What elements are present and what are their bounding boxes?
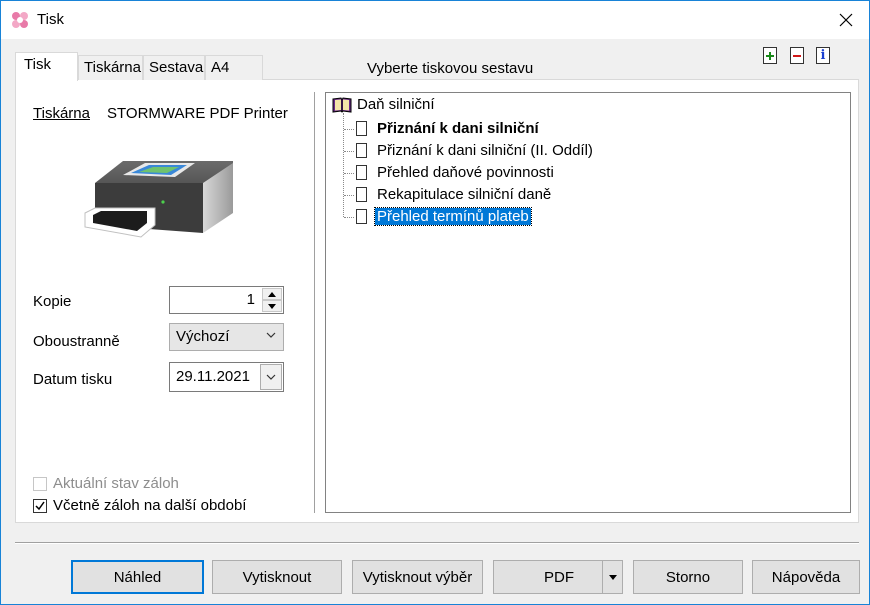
pdf-dropdown-button[interactable] [602, 561, 622, 593]
title-bar: Tisk [1, 1, 869, 39]
print-button-label: Vytisknout [242, 568, 312, 586]
copies-stepper[interactable]: 1 [169, 286, 284, 314]
include-next-period-option: Včetně záloh na další období [33, 497, 246, 514]
tree-connector [344, 217, 354, 218]
close-icon [839, 13, 853, 27]
date-dropdown-button[interactable] [260, 364, 282, 390]
chevron-down-icon [268, 303, 276, 309]
date-picker[interactable]: 29.11.2021 [169, 362, 284, 392]
document-icon [356, 143, 367, 158]
include-next-period-checkbox[interactable] [33, 498, 47, 513]
printer-name: STORMWARE PDF Printer [107, 105, 288, 122]
cancel-button-label: Storno [665, 568, 711, 586]
copies-label: Kopie [33, 293, 72, 310]
tree-item-label: Přiznání k dani silniční [377, 120, 539, 137]
add-icon[interactable] [763, 47, 777, 64]
duplex-value: Výchozí [176, 328, 230, 345]
tree-connector [344, 195, 354, 196]
duplex-label: Oboustranně [33, 333, 120, 350]
help-button-label: Nápověda [771, 568, 841, 586]
tree-connector [344, 173, 354, 174]
tab-sestava[interactable]: Sestava [143, 55, 205, 80]
chevron-down-icon [608, 574, 617, 580]
pdf-button-label: PDF [544, 568, 574, 586]
preview-button[interactable]: Náhled [71, 560, 204, 594]
document-icon [356, 209, 367, 224]
window-title: Tisk [37, 11, 64, 28]
help-button[interactable]: Nápověda [752, 560, 860, 594]
spin-down-button[interactable] [262, 300, 282, 312]
info-icon[interactable]: i [816, 47, 830, 64]
vertical-divider [314, 92, 316, 513]
current-advances-label: Aktuální stav záloh [53, 475, 179, 492]
report-section-title: Vyberte tiskovou sestavu [367, 60, 534, 77]
chevron-down-icon [266, 374, 276, 380]
tree-root-label: Daň silniční [357, 96, 435, 113]
date-label: Datum tisku [33, 371, 113, 388]
document-icon [356, 121, 367, 136]
copies-stepper-buttons [262, 288, 282, 312]
print-selection-button[interactable]: Vytisknout výběr [352, 560, 483, 594]
app-icon [12, 12, 28, 28]
pdf-button[interactable]: PDF [493, 560, 623, 594]
report-tree[interactable]: Daň silniční Přiznání k dani silniční Př… [325, 92, 851, 513]
chevron-down-icon [266, 332, 276, 338]
tab-tisk[interactable]: Tisk [15, 52, 78, 81]
horizontal-divider [15, 542, 859, 544]
print-selection-button-label: Vytisknout výběr [362, 568, 473, 586]
close-button[interactable] [823, 1, 869, 39]
document-icon [356, 165, 367, 180]
book-icon [332, 96, 352, 113]
tree-item-selected[interactable]: Přehled termínů plateb [356, 206, 532, 227]
tree-item[interactable]: Přiznání k dani silniční (II. Oddíl) [356, 140, 595, 161]
tree-item[interactable]: Přehled daňové povinnosti [356, 162, 556, 183]
document-icon [356, 187, 367, 202]
chevron-up-icon [268, 291, 276, 297]
tree-connector [344, 151, 354, 152]
cancel-button[interactable]: Storno [633, 560, 743, 594]
checkmark-icon [35, 501, 45, 510]
include-next-period-label: Včetně záloh na další období [53, 497, 247, 514]
tree-root[interactable]: Daň silniční [332, 96, 435, 113]
spin-up-button[interactable] [262, 288, 282, 300]
print-dialog: Tisk i Vyberte tiskovou sestavu Tisk Tis… [0, 0, 870, 605]
tab-a4[interactable]: A4 [205, 55, 263, 80]
printer-icon [84, 161, 233, 238]
printer-link[interactable]: Tiskárna [33, 105, 90, 122]
tree-item[interactable]: Přiznání k dani silniční [356, 118, 541, 139]
date-value: 29.11.2021 [176, 368, 250, 385]
info-glyph: i [820, 48, 826, 63]
copies-value: 1 [246, 291, 255, 308]
remove-icon[interactable] [790, 47, 804, 64]
tree-item-label: Přehled daňové povinnosti [377, 164, 554, 181]
tab-tiskarna[interactable]: Tiskárna [78, 55, 143, 80]
tree-connector [344, 129, 354, 130]
tree-item-label: Přehled termínů plateb [374, 207, 532, 226]
duplex-select[interactable]: Výchozí [169, 323, 284, 351]
tree-item[interactable]: Rekapitulace silniční daně [356, 184, 553, 205]
tree-item-label: Přiznání k dani silniční (II. Oddíl) [377, 142, 593, 159]
preview-button-label: Náhled [113, 568, 162, 586]
print-button[interactable]: Vytisknout [212, 560, 342, 594]
current-advances-checkbox[interactable] [33, 476, 47, 491]
current-advances-option: Aktuální stav záloh [33, 475, 179, 492]
tree-item-label: Rekapitulace silniční daně [377, 186, 552, 203]
